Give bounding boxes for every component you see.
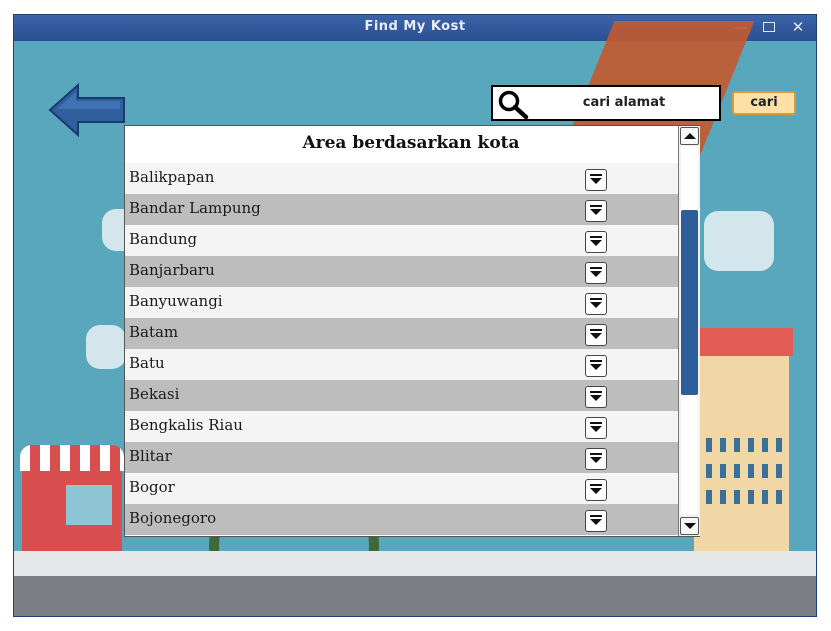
dropdown-arrow-icon[interactable] bbox=[585, 386, 607, 408]
city-name: Bandung bbox=[129, 230, 198, 248]
decorative-cloud bbox=[704, 211, 774, 271]
city-list-item[interactable]: Banjarbaru bbox=[125, 256, 678, 287]
city-name: Banyuwangi bbox=[129, 292, 223, 310]
city-name: Batam bbox=[129, 323, 179, 341]
decorative-cloud bbox=[86, 325, 126, 369]
dropdown-arrow-icon[interactable] bbox=[585, 417, 607, 439]
decorative-ground bbox=[14, 551, 816, 579]
city-name: Batu bbox=[129, 354, 165, 372]
city-list-item[interactable]: Bogor bbox=[125, 473, 678, 504]
back-arrow-icon bbox=[48, 82, 125, 138]
city-list-item[interactable]: Batam bbox=[125, 318, 678, 349]
app-window: Find My Kost — ✕ bbox=[13, 14, 817, 617]
city-list-item[interactable]: Bandar Lampung bbox=[125, 194, 678, 225]
dropdown-arrow-icon[interactable] bbox=[585, 169, 607, 191]
city-list-item[interactable]: Bengkalis Riau bbox=[125, 411, 678, 442]
city-list: Balikpapan Bandar Lampung Bandung Banjarbar… bbox=[125, 163, 678, 535]
maximize-button[interactable] bbox=[760, 18, 778, 36]
city-name: Bekasi bbox=[129, 385, 180, 403]
scroll-up-button[interactable] bbox=[680, 127, 699, 145]
panel-title: Area berdasarkan kota bbox=[302, 133, 520, 153]
search-button[interactable]: cari bbox=[732, 91, 796, 115]
background-scene: cari alamat cari Area berdasarkan kota B… bbox=[14, 21, 816, 616]
city-name: Bogor bbox=[129, 478, 175, 496]
dropdown-arrow-icon[interactable] bbox=[585, 231, 607, 253]
dropdown-arrow-icon[interactable] bbox=[585, 200, 607, 222]
city-name: Bandar Lampung bbox=[129, 199, 261, 217]
city-name: Bojonegoro bbox=[129, 509, 217, 527]
city-name: Bengkalis Riau bbox=[129, 416, 243, 434]
decorative-shop bbox=[20, 445, 124, 553]
dropdown-arrow-icon[interactable] bbox=[585, 355, 607, 377]
city-list-item[interactable]: Blitar bbox=[125, 442, 678, 473]
city-list-item[interactable]: Bandung bbox=[125, 225, 678, 256]
search-field[interactable]: cari alamat bbox=[491, 85, 721, 121]
city-list-item[interactable]: Bekasi bbox=[125, 380, 678, 411]
city-name: Balikpapan bbox=[129, 168, 215, 186]
decorative-road bbox=[14, 576, 816, 616]
city-name: Blitar bbox=[129, 447, 172, 465]
scroll-down-button[interactable] bbox=[680, 517, 699, 535]
city-list-item[interactable]: Banyuwangi bbox=[125, 287, 678, 318]
scrollbar[interactable] bbox=[678, 126, 700, 536]
dropdown-arrow-icon[interactable] bbox=[585, 324, 607, 346]
search-icon bbox=[498, 90, 529, 119]
dropdown-arrow-icon[interactable] bbox=[585, 448, 607, 470]
dropdown-arrow-icon[interactable] bbox=[585, 262, 607, 284]
maximize-icon bbox=[763, 22, 775, 32]
search-input[interactable]: cari alamat bbox=[533, 87, 715, 119]
back-button[interactable] bbox=[48, 82, 126, 138]
city-name: Banjarbaru bbox=[129, 261, 215, 279]
decorative-building bbox=[690, 328, 793, 553]
city-list-item[interactable]: Balikpapan bbox=[125, 163, 678, 194]
scroll-thumb[interactable] bbox=[681, 210, 698, 396]
city-list-item[interactable]: Batu bbox=[125, 349, 678, 380]
dropdown-arrow-icon[interactable] bbox=[585, 510, 607, 532]
dropdown-arrow-icon[interactable] bbox=[585, 479, 607, 501]
city-list-item[interactable]: Bojonegoro bbox=[125, 504, 678, 535]
close-button[interactable]: ✕ bbox=[789, 18, 807, 36]
city-list-panel: Area berdasarkan kota Balikpapan Bandar L… bbox=[124, 125, 700, 537]
dropdown-arrow-icon[interactable] bbox=[585, 293, 607, 315]
